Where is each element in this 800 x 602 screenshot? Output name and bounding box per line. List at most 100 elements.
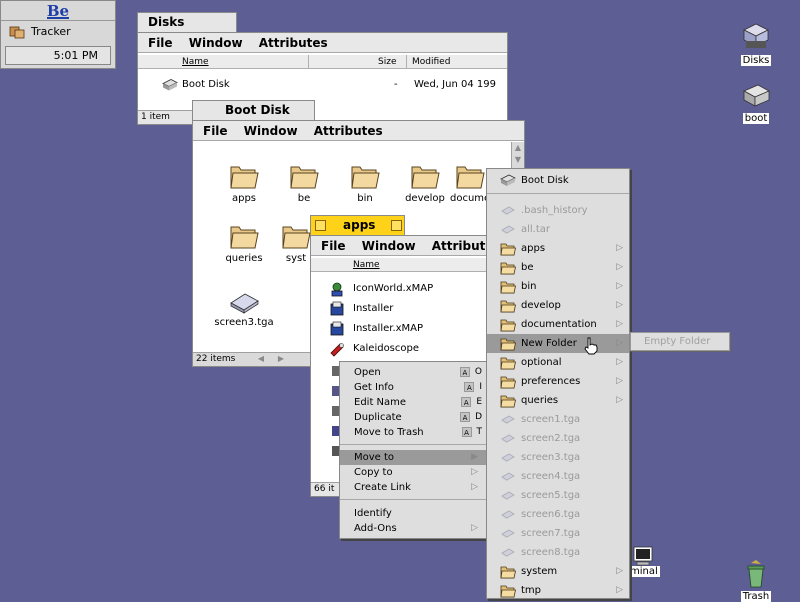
menu-file[interactable]: File <box>148 33 173 52</box>
menu-attributes[interactable]: Attributes <box>314 121 383 140</box>
nav-item-documentation[interactable]: documentation ▷ <box>487 315 629 334</box>
col-size[interactable]: Size <box>378 55 396 69</box>
submenu-arrow-icon: ▷ <box>616 319 623 329</box>
item-label: be <box>297 193 311 204</box>
list-item[interactable]: Kaleidoscope <box>311 339 486 359</box>
nav-item-screen1-tga: screen1.tga <box>487 410 629 429</box>
nav-item-label: preferences <box>521 376 581 387</box>
list-item[interactable]: IconWorld.xMAP <box>311 279 486 299</box>
nav-item-preferences[interactable]: preferences ▷ <box>487 372 629 391</box>
nav-item-develop[interactable]: develop ▷ <box>487 296 629 315</box>
zoom-box-icon[interactable] <box>391 220 402 231</box>
folder-item[interactable]: queries <box>223 221 265 264</box>
menu-window[interactable]: Window <box>362 236 416 255</box>
menu-item-duplicate[interactable]: Duplicate AD <box>340 410 486 425</box>
submenu-arrow-icon: ▷ <box>471 467 478 477</box>
tracker-item[interactable]: Tracker <box>1 22 115 42</box>
nav-item-queries[interactable]: queries ▷ <box>487 391 629 410</box>
menu-item-add-ons[interactable]: Add-Ons ▷ <box>340 521 486 536</box>
kaleidoscope-icon <box>330 343 344 357</box>
menu-item-edit-name[interactable]: Edit Name AE <box>340 395 486 410</box>
folder-item[interactable]: develop <box>404 161 446 204</box>
col-modified[interactable]: Modified <box>412 55 450 69</box>
folder-icon <box>500 336 516 351</box>
apps-window-tab[interactable]: apps <box>310 215 405 235</box>
menu-window[interactable]: Window <box>244 121 298 140</box>
menu-item-create-link[interactable]: Create Link ▷ <box>340 480 486 495</box>
list-item[interactable]: Installer <box>311 299 486 319</box>
scroll-left-icon[interactable]: ◀ <box>255 353 267 365</box>
folder-item[interactable]: syst <box>279 221 313 264</box>
clock[interactable]: 5:01 PM <box>5 46 111 65</box>
menu-item-move-to[interactable]: Move to ▶ <box>340 450 486 465</box>
disks-window-tab[interactable]: Disks <box>137 12 237 32</box>
item-size: - <box>394 79 398 90</box>
menu-attributes[interactable]: Attributes <box>259 33 328 52</box>
submenu-arrow-icon: ▷ <box>616 300 623 310</box>
bootdisk-window-tab[interactable]: Boot Disk <box>192 100 315 120</box>
desktop-icon-disks[interactable]: Disks <box>736 22 776 66</box>
nav-item-label: system <box>521 566 558 577</box>
folder-icon <box>454 161 486 191</box>
list-item[interactable]: Installer.xMAP <box>311 319 486 339</box>
item-label: screen3.tga <box>214 317 274 328</box>
item-modified: Wed, Jun 04 199 <box>414 79 496 90</box>
nav-item-label: screen6.tga <box>521 509 581 520</box>
nav-item-screen6-tga: screen6.tga <box>487 505 629 524</box>
item-label: syst <box>285 253 307 264</box>
nav-item-bin[interactable]: bin ▷ <box>487 277 629 296</box>
nav-item-optional[interactable]: optional ▷ <box>487 353 629 372</box>
nav-item-label: documentation <box>521 319 597 330</box>
nav-item-label: New Folder <box>521 338 577 349</box>
folder-item[interactable]: docume <box>450 161 490 204</box>
nav-item-new-folder[interactable]: New Folder ▷ <box>487 334 629 353</box>
nav-item-apps[interactable]: apps ▷ <box>487 239 629 258</box>
folder-icon <box>500 583 516 598</box>
folder-item[interactable]: apps <box>223 161 265 204</box>
deskbar: Be Tracker 5:01 PM <box>0 0 116 69</box>
desktop-icon-boot[interactable]: boot <box>736 82 776 124</box>
terminal-icon <box>633 546 653 566</box>
nav-item-be[interactable]: be ▷ <box>487 258 629 277</box>
menu-item-move-to-trash[interactable]: Move to Trash AT <box>340 425 486 440</box>
scroll-up-icon[interactable]: ▲ <box>512 142 524 154</box>
menu-item-identify[interactable]: Identify <box>340 506 486 521</box>
menu-file[interactable]: File <box>203 121 228 140</box>
nav-item-screen5-tga: screen5.tga <box>487 486 629 505</box>
submenu-arrow-icon: ▶ <box>471 452 478 462</box>
scroll-right-icon[interactable]: ▶ <box>275 353 287 365</box>
item-name: Installer.xMAP <box>353 323 424 334</box>
nav-item-screen2-tga: screen2.tga <box>487 429 629 448</box>
menu-item-copy-to[interactable]: Copy to ▷ <box>340 465 486 480</box>
file-item[interactable]: screen3.tga <box>213 289 275 328</box>
submenu-arrow-icon: ▷ <box>616 338 623 348</box>
nav-item-tmp[interactable]: tmp ▷ <box>487 581 629 600</box>
status-bar: 66 it <box>311 482 341 496</box>
file-icon <box>500 431 516 446</box>
nav-header-boot-disk[interactable]: Boot Disk <box>487 171 629 190</box>
folder-item[interactable]: bin <box>344 161 386 204</box>
nav-item-label: screen4.tga <box>521 471 581 482</box>
column-header: Name Size Modified <box>138 55 507 69</box>
desktop-icon-trash[interactable]: Trash <box>738 560 774 602</box>
menu-separator <box>487 193 629 194</box>
nav-item-label: .bash_history <box>521 205 588 216</box>
list-item[interactable]: Boot Disk - Wed, Jun 04 199 <box>138 75 496 95</box>
scroll-down-icon[interactable]: ▼ <box>512 154 524 166</box>
menu-item-open[interactable]: Open AO <box>340 365 486 380</box>
menu-item-get-info[interactable]: Get Info AI <box>340 380 486 395</box>
menu-file[interactable]: File <box>321 236 346 255</box>
folder-icon <box>500 374 516 389</box>
be-menu-logo[interactable]: Be <box>1 1 115 21</box>
desktop-icon-terminal[interactable]: minal <box>628 545 660 577</box>
file-icon <box>500 450 516 465</box>
nav-item-system[interactable]: system ▷ <box>487 562 629 581</box>
submenu-arrow-icon: ▷ <box>616 281 623 291</box>
menu-window[interactable]: Window <box>189 33 243 52</box>
col-name[interactable]: Name <box>182 55 209 69</box>
folder-item[interactable]: be <box>283 161 325 204</box>
terminal-label: minal <box>628 566 660 577</box>
submenu-arrow-icon: ▷ <box>471 482 478 492</box>
col-name[interactable]: Name <box>353 258 380 272</box>
close-box-icon[interactable] <box>315 220 326 231</box>
